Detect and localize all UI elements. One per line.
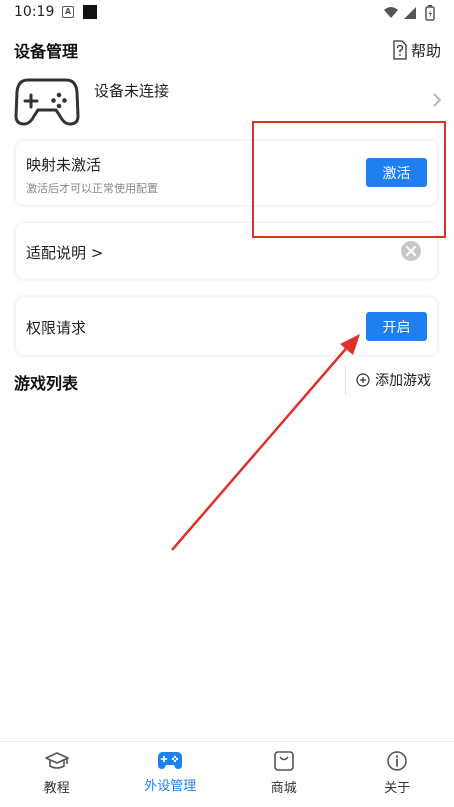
enable-permission-button[interactable]: 开启 bbox=[366, 312, 427, 341]
add-game-button[interactable]: 添加游戏 bbox=[345, 365, 431, 395]
nav-label-tutorial: 教程 bbox=[43, 781, 70, 796]
plus-circle-icon bbox=[356, 373, 370, 387]
permission-card: 权限请求 开启 bbox=[16, 297, 437, 355]
notification-square-icon bbox=[83, 5, 97, 19]
system-status-icons bbox=[384, 5, 435, 21]
help-icon bbox=[393, 40, 407, 60]
help-button[interactable]: 帮助 bbox=[392, 38, 441, 62]
guide-title: 适配说明 > bbox=[26, 244, 104, 262]
signal-icon bbox=[404, 7, 416, 19]
graduation-cap-icon bbox=[44, 752, 69, 769]
close-icon[interactable] bbox=[401, 241, 421, 261]
nav-label-peripheral: 外设管理 bbox=[144, 779, 197, 794]
shopping-bag-icon bbox=[273, 751, 294, 771]
nav-label-store: 商城 bbox=[270, 781, 297, 796]
nav-item-about[interactable]: 关于 bbox=[341, 742, 454, 807]
status-bar: 10:19 A bbox=[0, 0, 454, 26]
permission-title: 权限请求 bbox=[26, 319, 87, 337]
nav-label-about: 关于 bbox=[384, 781, 411, 796]
nav-item-tutorial[interactable]: 教程 bbox=[0, 742, 114, 807]
device-status-text: 设备未连接 bbox=[94, 82, 170, 100]
activation-title: 映射未激活 bbox=[26, 156, 102, 174]
game-list-title: 游戏列表 bbox=[14, 374, 79, 393]
android-notification-icon: A bbox=[62, 6, 74, 18]
info-icon bbox=[387, 751, 408, 771]
wifi-icon bbox=[384, 7, 398, 18]
annotation-highlight-box bbox=[252, 121, 446, 238]
gamepad-icon bbox=[158, 752, 183, 769]
nav-item-store[interactable]: 商城 bbox=[227, 742, 341, 807]
bottom-nav: 教程 外设管理 商城 关于 bbox=[0, 741, 454, 807]
page-title: 设备管理 bbox=[14, 42, 79, 61]
chevron-right-icon bbox=[433, 93, 442, 107]
nav-item-peripheral[interactable]: 外设管理 bbox=[114, 742, 228, 807]
add-game-label: 添加游戏 bbox=[375, 373, 431, 389]
gamepad-icon bbox=[14, 78, 80, 126]
activation-subtitle: 激活后才可以正常使用配置 bbox=[26, 182, 158, 195]
status-time: 10:19 bbox=[14, 4, 55, 20]
help-label: 帮助 bbox=[411, 41, 442, 60]
